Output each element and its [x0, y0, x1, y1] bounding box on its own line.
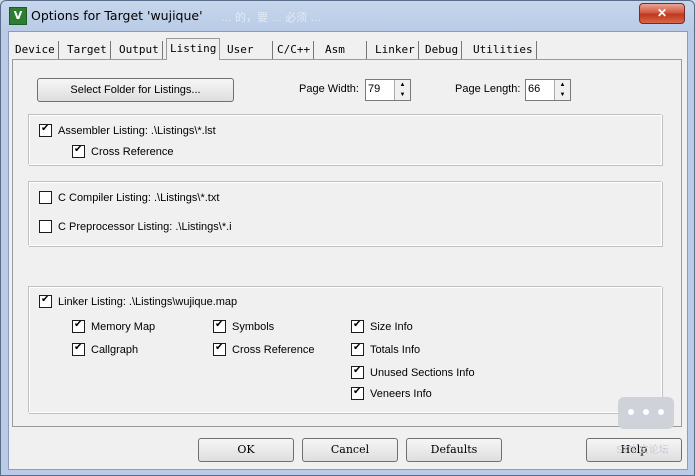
- defaults-button[interactable]: Defaults: [406, 438, 502, 462]
- size-info-label: Size Info: [370, 321, 413, 333]
- assembler-listing-group: Assembler Listing: .\Listings\*.lst Cros…: [28, 114, 662, 165]
- totals-info-checkbox[interactable]: Totals Info: [351, 342, 421, 356]
- title-bar[interactable]: V Options for Target 'wujique' … 的，要 … 必…: [1, 1, 694, 31]
- cancel-button[interactable]: Cancel: [302, 438, 398, 462]
- ok-button[interactable]: OK: [198, 438, 294, 462]
- page-width-label: Page Width:: [299, 83, 359, 95]
- checkbox-icon[interactable]: [72, 144, 85, 158]
- checkbox-icon[interactable]: [351, 365, 364, 379]
- veneers-info-checkbox[interactable]: Veneers Info: [351, 386, 432, 400]
- c-compiler-listing-label: C Compiler Listing: .\Listings\*.txt: [58, 192, 220, 204]
- page-length-value[interactable]: 66: [528, 83, 540, 95]
- spin-down-icon[interactable]: ▼: [395, 90, 410, 100]
- linker-listing-checkbox[interactable]: Linker Listing: .\Listings\wujique.map: [39, 294, 238, 308]
- c-compiler-listing-checkbox[interactable]: C Compiler Listing: .\Listings\*.txt: [39, 191, 219, 204]
- callgraph-checkbox[interactable]: Callgraph: [72, 342, 139, 356]
- linker-cross-reference-label: Cross Reference: [232, 344, 315, 356]
- spin-up-icon[interactable]: ▲: [555, 80, 570, 90]
- chat-bubble-icon: [618, 397, 674, 429]
- checkbox-icon[interactable]: [213, 319, 226, 333]
- page-length-arrows[interactable]: ▲ ▼: [554, 80, 570, 100]
- select-folder-button[interactable]: Select Folder for Listings...: [37, 78, 234, 102]
- linker-listing-group: Linker Listing: .\Listings\wujique.map M…: [28, 286, 662, 413]
- linker-listing-label: Linker Listing: .\Listings\wujique.map: [58, 296, 238, 308]
- tab-user[interactable]: User: [224, 41, 273, 59]
- assembler-listing-checkbox[interactable]: Assembler Listing: .\Listings\*.lst: [39, 123, 216, 137]
- symbols-checkbox[interactable]: Symbols: [213, 319, 275, 333]
- tab-asm[interactable]: Asm: [322, 41, 367, 59]
- checkbox-icon[interactable]: [351, 342, 364, 356]
- checkbox-icon[interactable]: [351, 386, 364, 400]
- memory-map-checkbox[interactable]: Memory Map: [72, 319, 156, 333]
- title-overlay-text: … 的，要 … 必须 …: [221, 12, 322, 24]
- checkbox-icon[interactable]: [39, 220, 52, 233]
- tab-debug[interactable]: Debug: [422, 41, 463, 59]
- totals-info-label: Totals Info: [370, 344, 421, 356]
- keil-app-icon: V: [9, 7, 27, 25]
- tab-c-cpp[interactable]: C/C++: [274, 41, 315, 59]
- tab-utilities[interactable]: Utilities: [470, 41, 537, 59]
- veneers-info-label: Veneers Info: [370, 388, 432, 400]
- page-length-spinner[interactable]: 66 ▲ ▼: [525, 79, 571, 101]
- memory-map-label: Memory Map: [91, 321, 156, 333]
- window-title: Options for Target 'wujique': [31, 8, 203, 23]
- tab-target[interactable]: Target: [64, 41, 111, 59]
- assembler-listing-label: Assembler Listing: .\Listings\*.lst: [58, 125, 216, 137]
- spin-down-icon[interactable]: ▼: [555, 90, 570, 100]
- checkbox-icon[interactable]: [39, 294, 52, 308]
- symbols-label: Symbols: [232, 321, 275, 333]
- callgraph-label: Callgraph: [91, 344, 139, 356]
- spin-up-icon[interactable]: ▲: [395, 80, 410, 90]
- size-info-checkbox[interactable]: Size Info: [351, 319, 413, 333]
- checkbox-icon[interactable]: [351, 319, 364, 333]
- checkbox-icon[interactable]: [72, 342, 85, 356]
- page-width-spinner[interactable]: 79 ▲ ▼: [365, 79, 411, 101]
- checkbox-icon[interactable]: [39, 123, 52, 137]
- unused-sections-info-checkbox[interactable]: Unused Sections Info: [351, 365, 475, 379]
- watermark-text: ST中文论坛: [616, 445, 669, 456]
- linker-cross-reference-checkbox[interactable]: Cross Reference: [213, 342, 315, 356]
- checkbox-icon[interactable]: [39, 191, 52, 204]
- c-preprocessor-listing-checkbox[interactable]: C Preprocessor Listing: .\Listings\*.i: [39, 220, 232, 233]
- c-preprocessor-listing-label: C Preprocessor Listing: .\Listings\*.i: [58, 221, 232, 233]
- tab-output[interactable]: Output: [116, 41, 163, 59]
- tab-device[interactable]: Device: [12, 41, 59, 59]
- options-dialog: V Options for Target 'wujique' … 的，要 … 必…: [0, 0, 695, 476]
- listing-panel: Select Folder for Listings... Page Width…: [12, 59, 682, 427]
- tab-listing[interactable]: Listing: [166, 38, 221, 60]
- assembler-cross-reference-checkbox[interactable]: Cross Reference: [72, 144, 174, 158]
- checkbox-icon[interactable]: [72, 319, 85, 333]
- close-button[interactable]: ✕: [639, 3, 685, 24]
- assembler-cross-reference-label: Cross Reference: [91, 146, 174, 158]
- page-length-label: Page Length:: [455, 83, 521, 95]
- tab-linker[interactable]: Linker: [372, 41, 419, 59]
- forum-watermark: ST中文论坛: [614, 389, 686, 461]
- page-width-arrows[interactable]: ▲ ▼: [394, 80, 410, 100]
- checkbox-icon[interactable]: [213, 342, 226, 356]
- unused-sections-info-label: Unused Sections Info: [370, 367, 475, 379]
- page-width-value[interactable]: 79: [368, 83, 380, 95]
- c-compiler-listing-group: C Compiler Listing: .\Listings\*.txt C P…: [28, 181, 662, 246]
- dialog-client-area: Device Target Output Listing User C/C++ …: [8, 31, 688, 470]
